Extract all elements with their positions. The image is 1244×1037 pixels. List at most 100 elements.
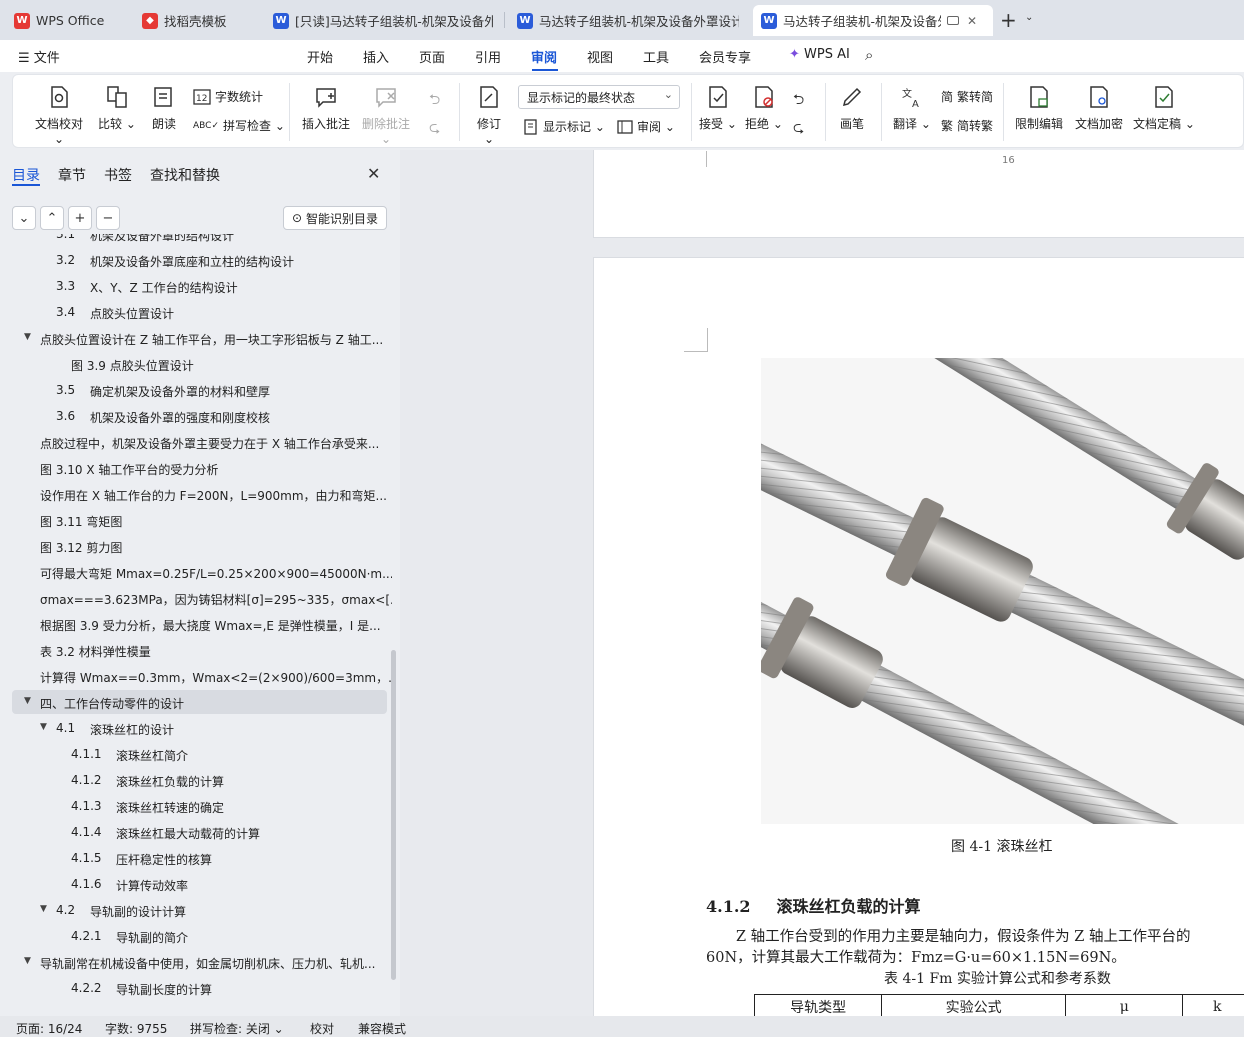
toc-item[interactable]: 4.1.5 压杆稳定性的核算: [0, 846, 392, 870]
expand-button[interactable]: ⌃: [40, 206, 64, 230]
toc-item[interactable]: 3.6 机架及设备外罩的强度和刚度校核: [0, 404, 392, 428]
tab-doc-design[interactable]: W 马达转子组装机-机架及设备外罩设计: [509, 5, 749, 36]
body-paragraph-line[interactable]: Z 轴工作台受到的作用力主要是轴向力，假设条件为 Z 轴上工作平台的: [706, 925, 1190, 946]
pen-button[interactable]: 画笔: [835, 85, 869, 132]
toc-item[interactable]: 图 3.10 X 轴工作平台的受力分析: [0, 456, 392, 480]
tab-toc[interactable]: 目录: [12, 165, 40, 185]
menu-membership[interactable]: 会员专享: [699, 47, 751, 66]
expand-triangle-icon[interactable]: ▼: [24, 332, 31, 342]
encrypt-button[interactable]: 文档加密: [1071, 85, 1127, 132]
table-header-cell[interactable]: k: [1182, 994, 1244, 1016]
smart-toc-button[interactable]: ⊙ 智能识别目录: [283, 206, 387, 230]
delete-comment-button[interactable]: 删除批注 ⌄: [359, 85, 413, 146]
toc-item[interactable]: 3.2 机架及设备外罩底座和立柱的结构设计: [0, 248, 392, 272]
expand-triangle-icon[interactable]: ▼: [24, 696, 31, 706]
close-icon[interactable]: ✕: [367, 164, 380, 183]
expand-triangle-icon[interactable]: ▼: [24, 956, 31, 966]
file-menu[interactable]: ☰ 文件: [18, 47, 60, 66]
coefficient-table[interactable]: 导轨类型 实验公式 μ k: [753, 994, 1244, 1016]
trad-to-simp-button[interactable]: 简 繁转简: [941, 88, 993, 105]
review-pane-button[interactable]: 审阅 ⌄: [617, 118, 675, 135]
toc-item[interactable]: 3.4 点胶头位置设计: [0, 300, 392, 324]
toc-item[interactable]: ▼ 导轨副常在机械设备中使用，如金属切削机床、压力机、轧机...: [0, 950, 392, 974]
toc-item[interactable]: 点胶过程中，机架及设备外罩主要受力在于 X 轴工作台承受来...: [0, 430, 392, 454]
menu-page[interactable]: 页面: [419, 47, 445, 66]
translate-button[interactable]: 文A 翻译 ⌄: [893, 85, 931, 132]
toc-item[interactable]: 根据图 3.9 受力分析，最大挠度 Wmax=,E 是弹性模量，I 是...: [0, 612, 392, 636]
compare-button[interactable]: 比较 ⌄: [97, 85, 137, 132]
toc-item[interactable]: 3.5 确定机架及设备外罩的材料和壁厚: [0, 378, 392, 402]
table-header-cell[interactable]: μ: [1065, 994, 1184, 1016]
menu-review[interactable]: 审阅: [531, 47, 557, 66]
doc-check-button[interactable]: 文档校对 ⌄: [29, 85, 89, 146]
close-icon[interactable]: ✕: [967, 14, 977, 28]
table-header-cell[interactable]: 实验公式: [881, 994, 1067, 1016]
toc-item[interactable]: 图 3.11 弯矩图: [0, 508, 392, 532]
expand-triangle-icon[interactable]: ▼: [40, 904, 47, 914]
new-tab-icon[interactable]: +: [1000, 8, 1017, 32]
toc-item[interactable]: 4.1.2 滚珠丝杠负载的计算: [0, 768, 392, 792]
expand-triangle-icon[interactable]: ▼: [40, 722, 47, 732]
add-heading-button[interactable]: +: [68, 206, 92, 230]
show-markup-button[interactable]: 显示标记 ⌄: [523, 118, 605, 135]
toc-item[interactable]: ▼ 4.2 导轨副的设计计算: [0, 898, 392, 922]
toc-item[interactable]: 设作用在 X 轴工作台的力 F=200N，L=900mm，由力和弯矩...: [0, 482, 392, 506]
toc-item[interactable]: 4.1.6 计算传动效率: [0, 872, 392, 896]
accept-button[interactable]: 接受 ⌄: [699, 85, 737, 132]
toc-item[interactable]: 4.1.4 滚珠丝杠最大动载荷的计算: [0, 820, 392, 844]
word-count-button[interactable]: 12 字数统计: [193, 88, 263, 105]
next-comment-icon[interactable]: ⮎: [429, 117, 440, 141]
chevron-down-icon[interactable]: ⌄: [1025, 12, 1033, 23]
toc-item[interactable]: ▼ 4.1 滚珠丝杠的设计: [0, 716, 392, 740]
tab-template[interactable]: ◆ 找稻壳模板: [134, 5, 254, 36]
proofread-button[interactable]: 校对: [310, 1020, 334, 1037]
toc-item[interactable]: 4.1.1 滚珠丝杠简介: [0, 742, 392, 766]
toc-item[interactable]: 3.3 X、Y、Z 工作台的结构设计: [0, 274, 392, 298]
menu-insert[interactable]: 插入: [363, 47, 389, 66]
toc-item[interactable]: 可得最大弯矩 Mmax=0.25F/L=0.25×200×900=45000N·…: [0, 560, 392, 584]
toc-item[interactable]: 3.1 机架及设备外罩的结构设计: [0, 234, 392, 246]
read-aloud-button[interactable]: 朗读: [147, 85, 181, 132]
toc-item[interactable]: 4.2.1 导轨副的简介: [0, 924, 392, 948]
toc-item[interactable]: 4.2.2 导轨副长度的计算: [0, 976, 392, 1000]
toc-item[interactable]: 图 3.12 剪力图: [0, 534, 392, 558]
search-icon[interactable]: ⌕: [865, 46, 873, 64]
toc-item[interactable]: 图 3.9 点胶头位置设计: [0, 352, 392, 376]
tab-active-doc[interactable]: W 马达转子组装机-机架及设备外 ✕: [753, 5, 993, 36]
window-icon[interactable]: [947, 16, 959, 25]
body-paragraph-line[interactable]: 60N，计算其最大工作载荷为：Fmz=G·u=60×1.15N=69N。: [706, 946, 1126, 967]
menu-reference[interactable]: 引用: [475, 47, 501, 66]
tab-readonly-doc[interactable]: W [只读]马达转子组装机-机架及设备外罩: [265, 5, 501, 36]
spell-check-button[interactable]: ABC✓ 拼写检查 ⌄: [193, 117, 285, 134]
scrollbar-thumb[interactable]: [391, 650, 396, 980]
simp-to-trad-button[interactable]: 繁 简转繁: [941, 117, 993, 134]
toc-item[interactable]: σmax===3.623MPa，因为铸铝材料[σ]=295~335，σmax<[…: [0, 586, 392, 610]
tab-bookmarks[interactable]: 书签: [104, 165, 132, 185]
page-indicator[interactable]: 页面: 16/24: [16, 1020, 82, 1037]
restrict-edit-button[interactable]: 限制编辑: [1011, 85, 1067, 132]
spell-check-indicator[interactable]: 拼写检查: 关闭 ⌄: [190, 1020, 284, 1037]
table-header-cell[interactable]: 导轨类型: [753, 994, 883, 1016]
revise-button[interactable]: 修订 ⌄: [471, 85, 507, 146]
menu-start[interactable]: 开始: [307, 47, 333, 66]
remove-heading-button[interactable]: −: [96, 206, 120, 230]
menu-tools[interactable]: 工具: [643, 47, 669, 66]
tab-find-replace[interactable]: 查找和替换: [150, 165, 220, 185]
markup-state-select[interactable]: 显示标记的最终状态 ⌄: [518, 85, 680, 109]
menu-view[interactable]: 视图: [587, 47, 613, 66]
finalize-button[interactable]: 文档定稿 ⌄: [1133, 85, 1195, 132]
toc-item[interactable]: 表 3.2 材料弹性模量: [0, 638, 392, 662]
toc-item[interactable]: 计算得 Wmax==0.3mm，Wmax<2=(2×900)/600=3mm，.…: [0, 664, 392, 688]
collapse-button[interactable]: ⌄: [12, 206, 36, 230]
next-change-icon[interactable]: ⮎: [793, 117, 804, 141]
tab-wps-office[interactable]: W WPS Office: [6, 5, 124, 36]
toc-item[interactable]: ▼ 点胶头位置设计在 Z 轴工作平台，用一块工字形铝板与 Z 轴工...: [0, 326, 392, 350]
reject-button[interactable]: 拒绝 ⌄: [745, 85, 783, 132]
section-heading[interactable]: 4.1.2 滚珠丝杠负载的计算: [706, 893, 921, 917]
insert-comment-button[interactable]: 插入批注: [299, 85, 353, 132]
toc-item[interactable]: ▼ 四、工作台传动零件的设计: [12, 690, 387, 714]
wps-ai-button[interactable]: ✦ WPS AI: [789, 47, 850, 62]
word-count-indicator[interactable]: 字数: 9755: [105, 1020, 167, 1037]
document-page[interactable]: 图 4-1 滚珠丝杠 4.1.2 滚珠丝杠负载的计算 Z 轴工作台受到的作用力主要…: [593, 257, 1244, 1016]
tab-chapters[interactable]: 章节: [58, 165, 86, 185]
